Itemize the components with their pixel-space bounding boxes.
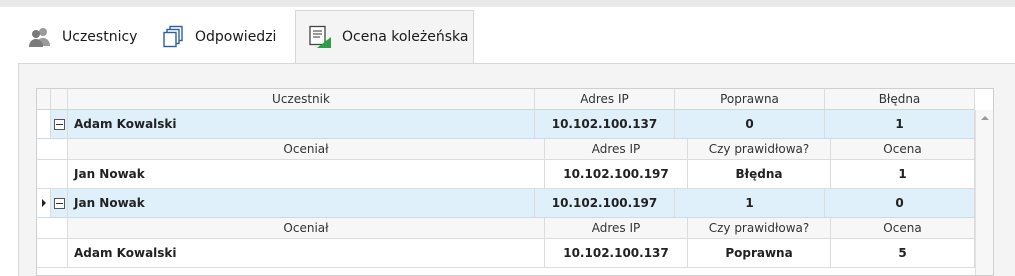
- master-row[interactable]: Adam Kowalski 10.102.100.137 0 1: [37, 110, 975, 139]
- detail-header-ip[interactable]: Adres IP: [545, 139, 688, 159]
- row-indicator-header: [37, 89, 51, 109]
- wrong-count: 1: [825, 110, 975, 138]
- column-header-correct[interactable]: Poprawna: [675, 89, 825, 109]
- detail-header-valid[interactable]: Czy prawidłowa?: [688, 139, 831, 159]
- participant-ip: 10.102.100.137: [535, 110, 675, 138]
- tab-participants[interactable]: Uczestnicy: [28, 10, 137, 63]
- detail-row[interactable]: Adam Kowalski 10.102.100.137 Poprawna 5: [37, 239, 975, 268]
- collapse-icon: [53, 118, 65, 130]
- column-header-wrong[interactable]: Błędna: [825, 89, 975, 109]
- detail-header-score[interactable]: Ocena: [831, 218, 975, 238]
- tab-peer-review-label: Ocena koleżeńska: [342, 29, 469, 45]
- participant-ip: 10.102.100.197: [535, 189, 675, 217]
- collapse-toggle[interactable]: [51, 189, 68, 217]
- tab-answers[interactable]: Odpowiedzi: [161, 10, 276, 63]
- detail-header-valid[interactable]: Czy prawidłowa?: [688, 218, 831, 238]
- peer-review-grid: Uczestnik Adres IP Poprawna Błędna Adam …: [36, 88, 994, 276]
- tab-participants-label: Uczestnicy: [62, 28, 138, 45]
- detail-header-row: Oceniał Adres IP Czy prawidłowa? Ocena: [37, 139, 975, 160]
- detail-header-score[interactable]: Ocena: [831, 139, 975, 159]
- grid-header-row: Uczestnik Adres IP Poprawna Błędna: [37, 89, 975, 110]
- collapse-toggle[interactable]: [51, 110, 68, 138]
- detail-indent: [37, 160, 68, 188]
- column-header-ip[interactable]: Adres IP: [535, 89, 675, 109]
- review-score: 1: [831, 160, 975, 188]
- vertical-scrollbar[interactable]: [975, 110, 993, 275]
- detail-header-reviewer[interactable]: Oceniał: [68, 139, 545, 159]
- review-validity: Poprawna: [688, 239, 831, 267]
- detail-header-reviewer[interactable]: Oceniał: [68, 218, 545, 238]
- reviewer-name: Jan Nowak: [68, 160, 545, 188]
- users-icon: [28, 25, 52, 49]
- scroll-up-arrow-icon[interactable]: [981, 116, 989, 120]
- tab-answers-label: Odpowiedzi: [195, 28, 277, 45]
- detail-row[interactable]: Jan Nowak 10.102.100.197 Błędna 1: [37, 160, 975, 189]
- reviewer-ip: 10.102.100.137: [545, 239, 688, 267]
- participant-name: Adam Kowalski: [68, 110, 535, 138]
- master-row[interactable]: Jan Nowak 10.102.100.197 1 0: [37, 189, 975, 218]
- correct-count: 0: [675, 110, 825, 138]
- reviewer-name: Adam Kowalski: [68, 239, 545, 267]
- review-validity: Błędna: [688, 160, 831, 188]
- reviewer-ip: 10.102.100.197: [545, 160, 688, 188]
- participant-name: Jan Nowak: [68, 189, 535, 217]
- expand-column-header: [51, 89, 68, 109]
- detail-header-row: Oceniał Adres IP Czy prawidłowa? Ocena: [37, 218, 975, 239]
- wrong-count: 0: [825, 189, 975, 217]
- review-score: 5: [831, 239, 975, 267]
- detail-header-ip[interactable]: Adres IP: [545, 218, 688, 238]
- copies-icon: [161, 25, 185, 49]
- current-row-indicator: [37, 189, 51, 217]
- peer-review-icon: [308, 25, 332, 49]
- column-header-participant[interactable]: Uczestnik: [68, 89, 535, 109]
- detail-indent: [37, 139, 68, 159]
- current-row-arrow-icon: [41, 199, 46, 207]
- window-top-strip: [0, 0, 1015, 7]
- tab-peer-review[interactable]: Ocena koleżeńska: [295, 10, 474, 63]
- row-indicator: [37, 110, 51, 138]
- correct-count: 1: [675, 189, 825, 217]
- collapse-icon: [53, 197, 65, 209]
- detail-indent: [37, 239, 68, 267]
- detail-indent: [37, 218, 68, 238]
